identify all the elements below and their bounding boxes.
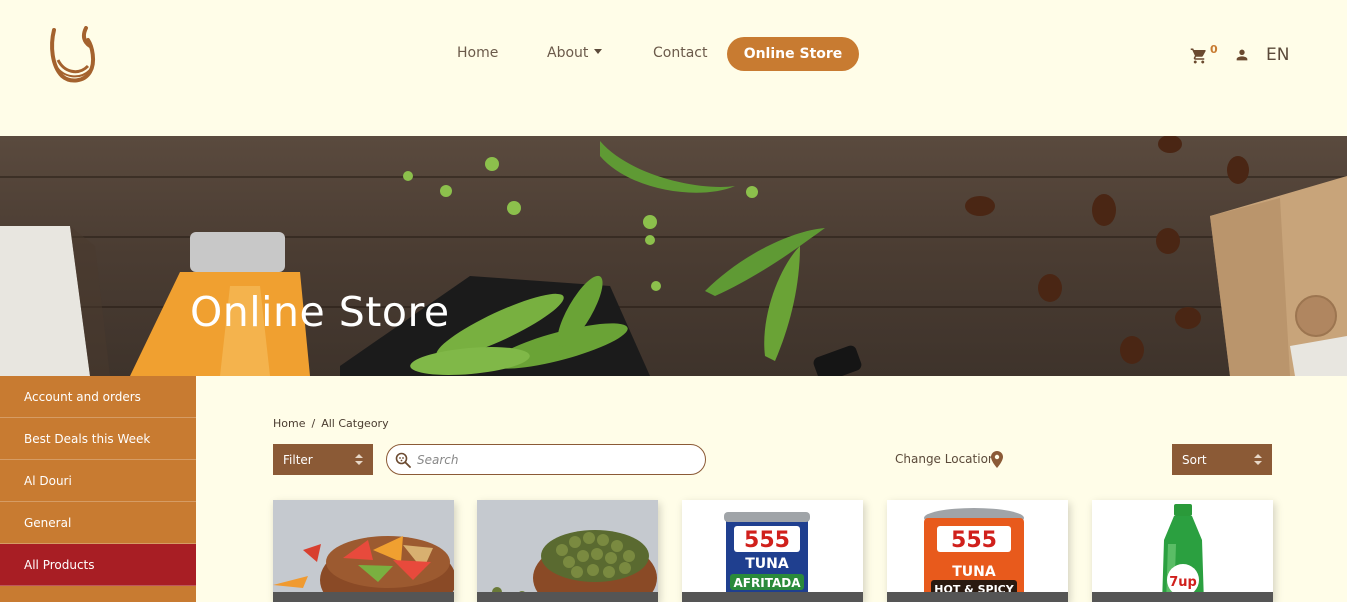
breadcrumb: Home / All Catgeory [273,417,389,430]
can-product-text: TUNA [745,556,789,572]
location-pin-icon[interactable] [991,451,1003,468]
sidebar-item-all-products[interactable]: All Products [0,544,196,586]
product-image-tuna-afritada: 555 TUNA AFRITADA [682,500,863,602]
can-brand-text: 555 [744,528,790,553]
product-card[interactable]: 7up [1092,500,1273,602]
product-card[interactable] [273,500,454,602]
sort-select[interactable]: Sort [1172,444,1272,475]
breadcrumb-separator: / [311,417,316,430]
product-card[interactable] [477,500,658,602]
cart-icon [1190,48,1206,64]
category-sidebar: Account and orders Best Deals this Week … [0,376,196,602]
sidebar-item-al-douri[interactable]: Al Douri [0,460,196,502]
nav-home[interactable]: Home [457,45,498,61]
search-icon [395,452,411,468]
nav-about-label: About [547,45,589,61]
nav-online-store-button[interactable]: Online Store [727,37,859,71]
hero-food-illustration [0,136,1347,376]
can-product-text: TUNA [952,564,996,580]
hero-banner: Online Store [0,136,1347,376]
select-arrows-icon [355,454,363,465]
sidebar-item-best-deals[interactable]: Best Deals this Week [0,418,196,460]
sidebar-item-account-orders[interactable]: Account and orders [0,376,196,418]
chevron-down-icon [594,49,603,54]
cart-count-badge: 0 [1210,43,1218,56]
product-card[interactable]: 555 TUNA HOT & SPICY [887,500,1068,602]
bottle-brand-text: 7up [1169,575,1197,590]
product-image-snack-crackers [273,500,454,602]
page-title: Online Store [190,288,450,336]
product-card-footer [477,592,658,602]
product-image-roasted-peas [477,500,658,602]
select-arrows-icon [1254,454,1262,465]
sort-label: Sort [1182,452,1207,467]
change-location-link[interactable]: Change Location [895,452,996,466]
user-icon [1236,49,1248,61]
search-box [386,444,706,475]
filter-select[interactable]: Filter [273,444,373,475]
can-variant-text: AFRITADA [734,576,802,590]
can-brand-text: 555 [951,528,997,553]
product-card-footer [682,592,863,602]
product-card-footer [1092,592,1273,602]
product-image-tuna-hot-spicy: 555 TUNA HOT & SPICY [887,500,1068,602]
language-switch[interactable]: EN [1266,45,1289,65]
search-input[interactable] [417,449,697,471]
main-nav: Home About Contact Online Store [0,37,1347,71]
breadcrumb-current: All Catgeory [321,417,389,430]
sidebar-item-general[interactable]: General [0,502,196,544]
nav-about[interactable]: About [547,45,603,61]
product-image-7up-bottle: 7up [1092,500,1273,602]
cart-button[interactable]: 0 [1190,43,1218,67]
nav-contact[interactable]: Contact [653,45,707,61]
product-card-footer [273,592,454,602]
product-card[interactable]: 555 TUNA AFRITADA [682,500,863,602]
account-button[interactable] [1234,47,1250,63]
filter-label: Filter [283,452,313,467]
product-card-footer [887,592,1068,602]
breadcrumb-home[interactable]: Home [273,417,305,430]
site-header: Home About Contact Online Store 0 EN [0,0,1347,136]
